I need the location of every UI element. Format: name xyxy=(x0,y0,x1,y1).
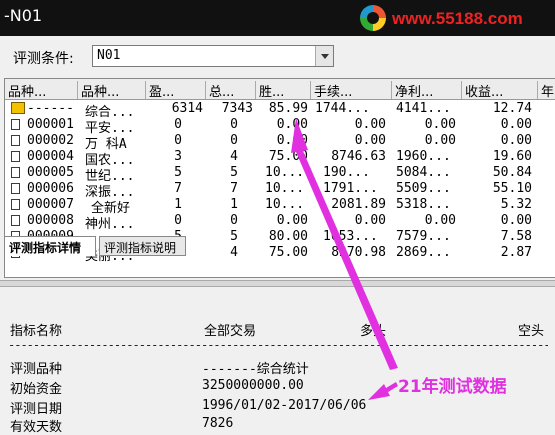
tab-indicator-details[interactable]: 评测指标详情 xyxy=(4,236,96,256)
annotation-text: 21年测试数据 xyxy=(398,377,507,397)
annotation-arrow-down xyxy=(368,382,398,400)
annotation-arrows xyxy=(291,118,398,400)
tab-indicator-description[interactable]: 评测指标说明 xyxy=(99,236,186,256)
annotation-arrow-up xyxy=(291,118,398,370)
detail-tabs: 评测指标详情 评测指标说明 xyxy=(4,236,194,256)
